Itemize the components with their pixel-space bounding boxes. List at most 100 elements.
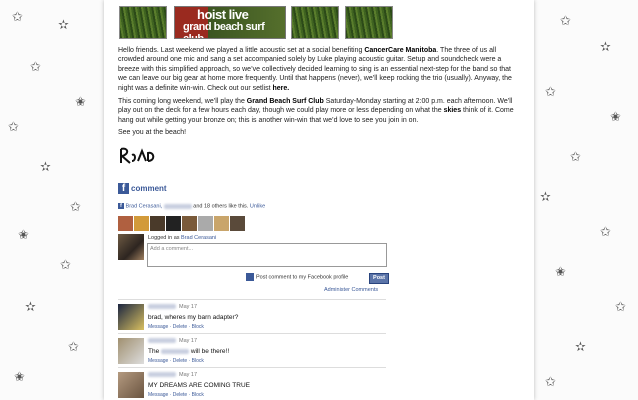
star-doodle-icon: ✩ <box>68 339 79 354</box>
photo-thumbnail[interactable] <box>291 6 339 39</box>
likes-count-text: and 18 others like this. <box>193 203 249 210</box>
comment-actions: Message · Delete · Block <box>148 358 204 364</box>
star-doodle-icon: ✬ <box>18 227 29 242</box>
blog-post-column: hoist live grand beach surf club Hello f… <box>104 0 534 400</box>
star-doodle-icon: ✫ <box>575 339 586 354</box>
text: Hello friends. Last weekend we played a … <box>118 47 365 54</box>
comment-actions: Message · Delete · Block <box>148 392 204 398</box>
comment-date: May 17 <box>179 372 198 378</box>
liker-link[interactable]: Brad Cerasani, <box>126 203 163 209</box>
avatar[interactable] <box>150 216 165 231</box>
star-doodle-icon: ✩ <box>570 149 581 164</box>
likes-line: f Brad Cerasani, and 18 others like this… <box>118 203 265 209</box>
star-doodle-icon: ✩ <box>545 84 556 99</box>
commenter-name: May 17 <box>148 372 197 378</box>
banner-line-2: grand beach surf club <box>183 21 265 39</box>
facebook-icon: f <box>118 183 129 195</box>
star-doodle-icon: ✩ <box>8 119 19 134</box>
comment-item: May 17 brad, wheres my barn adapter? Mes… <box>118 299 386 332</box>
avatar[interactable] <box>214 216 229 231</box>
text: This coming long weekend, we’ll play the <box>118 98 247 105</box>
star-doodle-icon: ✩ <box>600 224 611 239</box>
commenter-avatar[interactable] <box>118 338 144 364</box>
redacted-name[interactable] <box>148 304 176 310</box>
unlike-link[interactable]: Unlike <box>250 203 265 209</box>
commenter-name: May 17 <box>148 304 197 310</box>
post-paragraph-1: Hello friends. Last weekend we played a … <box>118 46 520 93</box>
comment-title: comment <box>131 184 167 194</box>
photo-thumbnail[interactable] <box>345 6 393 39</box>
commenter-avatar[interactable] <box>118 304 144 330</box>
star-doodle-icon: ✫ <box>25 299 36 314</box>
facebook-icon: f <box>118 203 124 209</box>
star-doodle-icon: ✩ <box>12 9 23 24</box>
cancercare-link[interactable]: CancerCare Manitoba <box>364 47 436 54</box>
star-doodle-icon: ✫ <box>600 39 611 54</box>
star-doodle-icon: ✬ <box>14 369 25 384</box>
comment-text: MY DREAMS ARE COMING TRUE <box>148 382 250 389</box>
logged-in-line: Logged in as Brad Cerasani <box>148 235 216 241</box>
administer-comments-link[interactable]: Administer Comments <box>324 287 378 293</box>
delete-link[interactable]: Delete <box>173 358 187 364</box>
text: The <box>148 348 160 355</box>
post-to-profile-option[interactable]: Post comment to my Facebook profile <box>246 273 348 281</box>
star-doodle-icon: ✩ <box>615 299 626 314</box>
avatar[interactable] <box>118 216 133 231</box>
redacted-name <box>163 203 192 209</box>
skies-link[interactable]: skies <box>444 107 462 114</box>
comment-item: May 17 The will be there!! Message · Del… <box>118 333 386 366</box>
redacted-name[interactable] <box>148 372 176 378</box>
comment-actions: Message · Delete · Block <box>148 324 204 330</box>
comment-header: f comment <box>118 180 167 198</box>
redacted-name[interactable] <box>148 338 176 344</box>
surf-club-link[interactable]: Grand Beach Surf Club <box>247 98 324 105</box>
star-doodle-icon: ✬ <box>610 109 621 124</box>
message-link[interactable]: Message <box>148 358 168 364</box>
text: will be there!! <box>190 348 230 355</box>
hoist-live-banner[interactable]: hoist live grand beach surf club <box>174 6 286 39</box>
avatar[interactable] <box>182 216 197 231</box>
post-to-profile-checkbox[interactable] <box>246 273 254 281</box>
logged-in-label: Logged in as <box>148 235 180 241</box>
avatar[interactable] <box>166 216 181 231</box>
star-doodle-icon: ✩ <box>545 374 556 389</box>
photo-thumbnail[interactable] <box>119 6 167 39</box>
comment-date: May 17 <box>179 304 198 310</box>
star-doodle-icon: ✬ <box>75 94 86 109</box>
comment-input[interactable]: Add a comment... <box>147 243 387 267</box>
block-link[interactable]: Block <box>192 324 204 330</box>
post-button[interactable]: Post <box>369 273 389 284</box>
commenter-name: May 17 <box>148 338 197 344</box>
avatar[interactable] <box>230 216 245 231</box>
star-doodle-icon: ✩ <box>70 199 81 214</box>
star-doodle-icon: ✩ <box>60 257 71 272</box>
avatar[interactable] <box>198 216 213 231</box>
banner-line-1: hoist live <box>197 7 249 22</box>
commenter-avatar[interactable] <box>118 372 144 398</box>
post-to-profile-label: Post comment to my Facebook profile <box>256 274 349 281</box>
delete-link[interactable]: Delete <box>173 392 187 398</box>
star-doodle-icon: ✩ <box>560 13 571 28</box>
signature-image <box>119 147 155 164</box>
star-doodle-icon: ✬ <box>555 264 566 279</box>
comment-text: The will be there!! <box>148 348 229 355</box>
logged-in-user-link[interactable]: Brad Cerasani <box>181 235 216 241</box>
star-doodle-icon: ✫ <box>40 159 51 174</box>
block-link[interactable]: Block <box>192 358 204 364</box>
post-closing: See you at the beach! <box>118 129 187 136</box>
avatar[interactable] <box>134 216 149 231</box>
post-paragraph-2: This coming long weekend, we’ll play the… <box>118 97 520 125</box>
star-doodle-icon: ✩ <box>30 59 41 74</box>
message-link[interactable]: Message <box>148 392 168 398</box>
block-link[interactable]: Block <box>192 392 204 398</box>
star-doodle-icon: ✫ <box>540 189 551 204</box>
comment-text: brad, wheres my barn adapter? <box>148 314 239 321</box>
comment-item: May 17 MY DREAMS ARE COMING TRUE Message… <box>118 367 386 400</box>
star-doodle-icon: ✫ <box>58 17 69 32</box>
comment-date: May 17 <box>179 338 198 344</box>
message-link[interactable]: Message <box>148 324 168 330</box>
current-user-avatar <box>118 234 144 260</box>
delete-link[interactable]: Delete <box>173 324 187 330</box>
setlist-link[interactable]: here. <box>272 85 289 92</box>
redacted-name <box>161 348 190 354</box>
